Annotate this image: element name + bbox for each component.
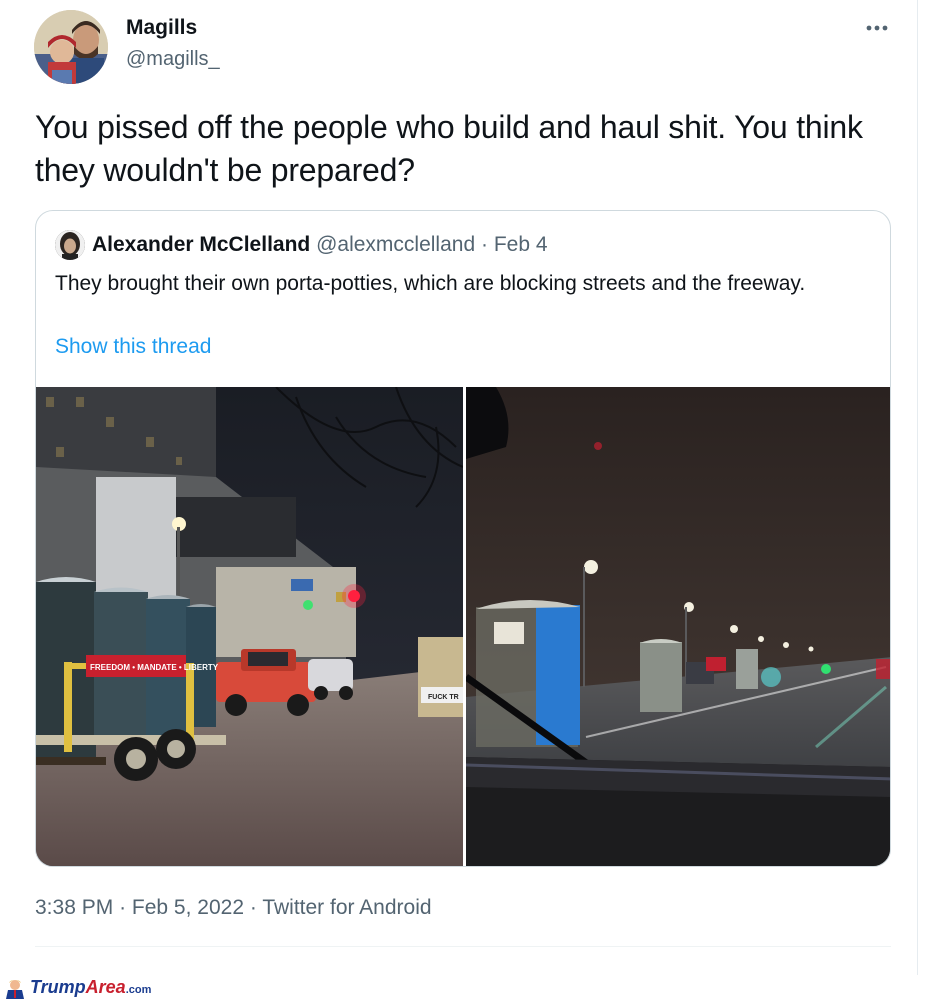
quoted-author-avatar[interactable] xyxy=(55,230,85,260)
photo-porta-potties-trailer[interactable]: FUCK TR FREEDOM • MANDATE • LIBERTY xyxy=(36,387,463,866)
quoted-tweet[interactable]: Alexander McClelland @alexmcclelland · F… xyxy=(35,210,891,867)
tweet-card: Magills @magills_ You pissed off the peo… xyxy=(0,0,918,975)
quoted-author-name[interactable]: Alexander McClelland xyxy=(92,233,310,256)
trailer-banner-text: FREEDOM • MANDATE • LIBERTY xyxy=(90,663,219,672)
truck-sign-text: FUCK TR xyxy=(428,694,459,701)
show-thread-link[interactable]: Show this thread xyxy=(55,335,211,359)
tweet-text: You pissed off the people who build and … xyxy=(35,109,863,188)
watermark: TrumpArea.com xyxy=(0,975,940,1000)
watermark-com: .com xyxy=(125,984,152,996)
media-grid: FUCK TR FREEDOM • MANDATE • LIBERTY xyxy=(36,387,890,866)
quoted-date[interactable]: Feb 4 xyxy=(494,233,548,256)
tweet-date[interactable]: Feb 5, 2022 xyxy=(132,896,244,919)
author-name[interactable]: Magills xyxy=(126,16,197,40)
tweet-time[interactable]: 3:38 PM xyxy=(35,896,113,919)
tweet-source[interactable]: Twitter for Android xyxy=(262,896,431,919)
quoted-author-handle[interactable]: @alexmcclelland xyxy=(316,233,475,256)
trump-figure-icon xyxy=(6,980,24,999)
quoted-header: Alexander McClelland @alexmcclelland · F… xyxy=(92,233,548,257)
author-avatar[interactable] xyxy=(34,10,108,84)
quoted-text: They brought their own porta-potties, wh… xyxy=(55,272,806,295)
author-handle[interactable]: @magills_ xyxy=(126,48,220,71)
meta-separator: · xyxy=(249,896,257,919)
more-horizontal-icon[interactable] xyxy=(862,16,892,40)
meta-separator: · xyxy=(119,896,127,919)
watermark-text: TrumpArea.com xyxy=(30,977,151,998)
photo-freeway-porta-potties[interactable] xyxy=(466,387,890,866)
tweet-metadata: 3:38 PM · Feb 5, 2022 · Twitter for Andr… xyxy=(35,896,432,920)
watermark-trump: Trump xyxy=(30,977,86,997)
divider xyxy=(35,946,891,947)
quoted-separator: · xyxy=(480,233,488,256)
watermark-area: Area xyxy=(85,977,126,997)
